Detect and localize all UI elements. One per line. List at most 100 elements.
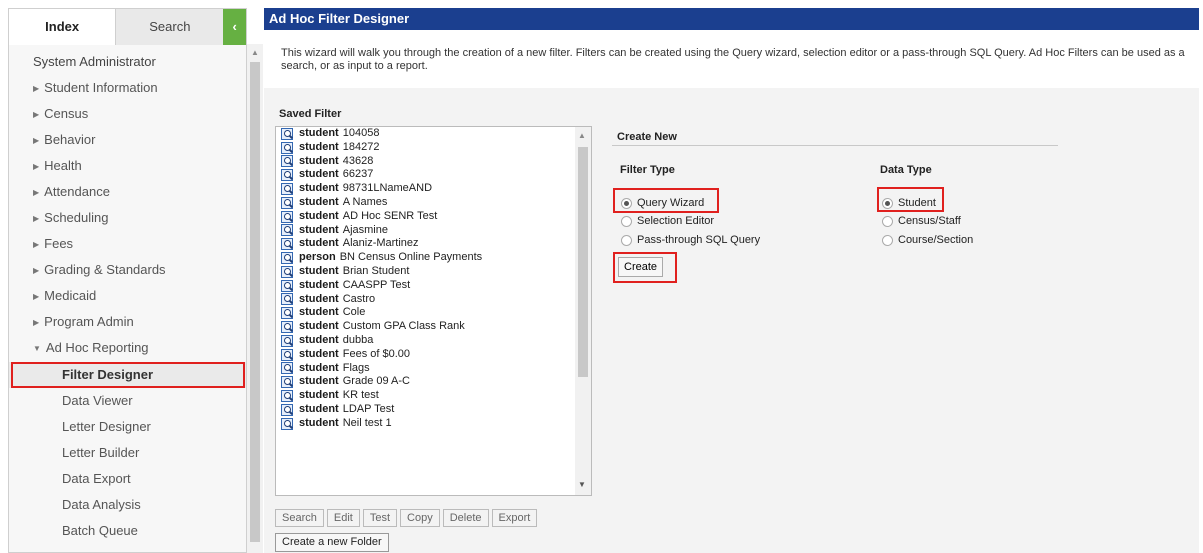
- nav-item-medicaid[interactable]: ▶ Medicaid: [9, 283, 246, 309]
- edit-button[interactable]: Edit: [326, 509, 360, 527]
- saved-filter-row[interactable]: student CAASPP Test: [276, 279, 591, 293]
- saved-filter-row[interactable]: student LDAP Test: [276, 403, 591, 417]
- radio-census-staff[interactable]: Census/Staff: [882, 214, 961, 228]
- nav-item-label: Grading & Standards: [44, 262, 166, 277]
- query-wizard-filter-icon: [281, 155, 293, 168]
- saved-filter-scrollbar[interactable]: ▲ ▼: [575, 127, 591, 495]
- selection-filter-icon: [281, 307, 293, 320]
- filter-data-type: student: [299, 278, 339, 291]
- expand-triangle-icon: ▶: [33, 214, 40, 223]
- nav-item-health[interactable]: ▶ Health: [9, 153, 246, 179]
- nav-item-attendance[interactable]: ▶ Attendance: [9, 179, 246, 205]
- filter-data-type: student: [299, 154, 339, 167]
- saved-filter-row[interactable]: person BN Census Online Payments: [276, 251, 591, 265]
- query-wizard-filter-icon: [281, 141, 293, 154]
- saved-filter-row[interactable]: student Fees of $0.00: [276, 348, 591, 362]
- filter-name: Flags: [342, 361, 370, 374]
- tab-index[interactable]: Index: [9, 9, 117, 45]
- selection-filter-icon: [281, 224, 293, 237]
- nav-subitem-letter-designer[interactable]: Letter Designer: [9, 414, 246, 440]
- navigation-panel: Index Search ‹ System Administrator ▶ Stu…: [8, 8, 247, 553]
- create-folder-button[interactable]: Create a new Folder: [275, 533, 389, 552]
- radio-unselected-icon[interactable]: [621, 215, 632, 227]
- nav-subitem-data-analysis[interactable]: Data Analysis: [9, 492, 246, 518]
- radio-unselected-icon[interactable]: [882, 215, 893, 227]
- search-button[interactable]: Search: [275, 509, 324, 527]
- radio-course-section[interactable]: Course/Section: [882, 233, 973, 247]
- saved-filter-row[interactable]: student 43628: [276, 155, 591, 169]
- saved-filter-row[interactable]: student Neil test 1: [276, 417, 591, 431]
- radio-unselected-icon[interactable]: [882, 234, 893, 246]
- saved-filter-row[interactable]: student 98731LNameAND: [276, 182, 591, 196]
- saved-filter-row[interactable]: student 66237: [276, 168, 591, 182]
- nav-subitem-data-export[interactable]: Data Export: [9, 466, 246, 492]
- filter-name: BN Census Online Payments: [339, 251, 483, 264]
- test-button[interactable]: Test: [362, 509, 398, 527]
- saved-filter-row[interactable]: student 184272: [276, 141, 591, 155]
- delete-button[interactable]: Delete: [442, 509, 489, 527]
- query-wizard-highlight: [613, 188, 719, 213]
- filter-name: Grade 09 A-C: [342, 375, 410, 388]
- saved-filter-row[interactable]: student Castro: [276, 293, 591, 307]
- saved-filter-row[interactable]: student Ajasmine: [276, 224, 591, 238]
- filter-data-type: student: [299, 195, 339, 208]
- saved-filter-row[interactable]: student dubba: [276, 334, 591, 348]
- saved-filter-row[interactable]: student Grade 09 A-C: [276, 375, 591, 389]
- nav-item-label: Behavior: [44, 132, 96, 147]
- saved-filter-scrollbar-thumb[interactable]: [578, 147, 588, 377]
- filter-name: AD Hoc SENR Test: [342, 209, 438, 222]
- tab-search[interactable]: Search: [116, 9, 224, 45]
- saved-filter-row[interactable]: student KR test: [276, 389, 591, 403]
- filter-data-type: student: [299, 347, 339, 360]
- copy-button[interactable]: Copy: [400, 509, 440, 527]
- collapse-panel-icon[interactable]: ‹: [223, 9, 246, 45]
- filter-data-type: student: [299, 292, 339, 305]
- nav-item-scheduling[interactable]: ▶ Scheduling: [9, 205, 246, 231]
- saved-filter-row[interactable]: student AD Hoc SENR Test: [276, 210, 591, 224]
- filter-name: A Names: [342, 195, 388, 208]
- radio-pass-through-sql[interactable]: Pass-through SQL Query: [621, 233, 760, 247]
- nav-item-fees[interactable]: ▶ Fees: [9, 231, 246, 257]
- radio-selection-editor[interactable]: Selection Editor: [621, 214, 714, 228]
- filter-data-type: student: [299, 306, 339, 319]
- saved-filter-row[interactable]: student Custom GPA Class Rank: [276, 320, 591, 334]
- saved-filter-row[interactable]: student Flags: [276, 362, 591, 376]
- saved-filter-actions: Search Edit Test Copy Delete Export: [275, 509, 538, 527]
- nav-scrollbar[interactable]: ▲: [247, 44, 263, 553]
- nav-root-system-administrator[interactable]: System Administrator: [9, 49, 246, 75]
- nav-subitem-batch-queue[interactable]: Batch Queue: [9, 518, 246, 544]
- scroll-down-icon[interactable]: ▼: [578, 480, 586, 489]
- data-type-label: Data Type: [880, 164, 932, 176]
- nav-subitem-letter-builder[interactable]: Letter Builder: [9, 440, 246, 466]
- saved-filter-row[interactable]: student Alaniz-Martinez: [276, 237, 591, 251]
- scroll-up-icon[interactable]: ▲: [578, 131, 586, 140]
- radio-unselected-icon[interactable]: [621, 234, 632, 246]
- filter-name: Alaniz-Martinez: [342, 237, 419, 250]
- nav-item-behavior[interactable]: ▶ Behavior: [9, 127, 246, 153]
- nav-item-label: Census: [44, 106, 89, 121]
- export-button[interactable]: Export: [491, 509, 538, 527]
- scroll-up-icon[interactable]: ▲: [251, 48, 259, 57]
- nav-item-program-admin[interactable]: ▶ Program Admin: [9, 309, 246, 335]
- nav-item-student-information[interactable]: ▶ Student Information: [9, 75, 246, 101]
- nav-scrollbar-thumb[interactable]: [250, 62, 260, 542]
- expand-triangle-icon: ▶: [33, 266, 40, 275]
- filter-name: Fees of $0.00: [342, 347, 411, 360]
- saved-filter-list[interactable]: student 104058 student 184272 student 43628st…: [275, 126, 592, 496]
- filter-name: LDAP Test: [342, 402, 395, 415]
- saved-filter-row[interactable]: student A Names: [276, 196, 591, 210]
- nav-subitem-filter-designer[interactable]: Filter Designer: [9, 362, 246, 388]
- nav-item-ad-hoc-reporting[interactable]: ▼ Ad Hoc Reporting: [9, 335, 246, 361]
- expand-triangle-icon: ▶: [33, 292, 40, 301]
- filter-name: 66237: [342, 168, 374, 181]
- expand-triangle-icon: ▶: [33, 162, 40, 171]
- saved-filter-row[interactable]: student Brian Student: [276, 265, 591, 279]
- saved-filter-row[interactable]: student 104058: [276, 127, 591, 141]
- nav-item-grading-standards[interactable]: ▶ Grading & Standards: [9, 257, 246, 283]
- nav-item-census[interactable]: ▶ Census: [9, 101, 246, 127]
- saved-filter-row[interactable]: student Cole: [276, 306, 591, 320]
- query-wizard-filter-icon: [281, 403, 293, 416]
- nav-subitem-data-viewer[interactable]: Data Viewer: [9, 388, 246, 414]
- create-button-highlight: [613, 252, 677, 283]
- filter-data-type: student: [299, 182, 339, 195]
